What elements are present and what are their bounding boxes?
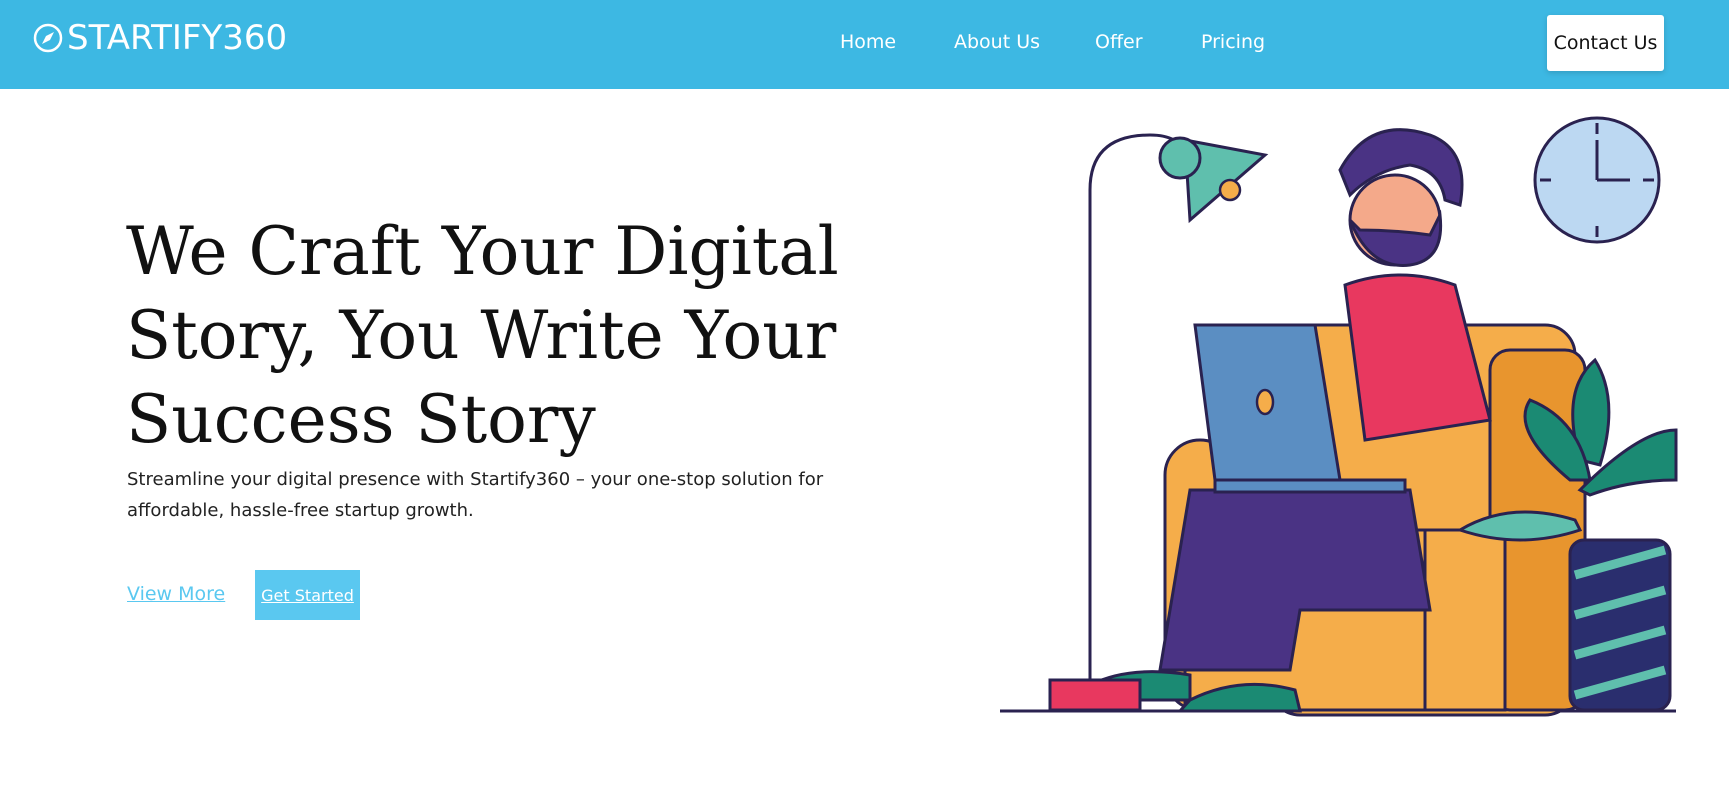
contact-us-button[interactable]: Contact Us [1547,15,1664,71]
compass-icon [33,23,63,53]
nav-pricing-link[interactable]: Pricing [1201,31,1265,53]
hero-subtitle: Streamline your digital presence with St… [127,469,824,521]
nav-offer-link[interactable]: Offer [1095,31,1143,53]
hero-title: We Craft Your Digital Story, You Write Y… [126,213,839,458]
view-more-link[interactable]: View More [127,583,225,605]
wall-clock [1533,116,1661,244]
brand-logo[interactable]: STARTIFY360 [33,18,287,58]
nav-home-link[interactable]: Home [840,31,896,53]
nav-about-link[interactable]: About Us [954,31,1040,53]
top-navbar: STARTIFY360 Home About Us Offer Pricing … [0,0,1729,89]
brand-name: STARTIFY360 [67,18,288,58]
get-started-button[interactable]: Get Started [255,570,360,620]
hero-illustration [1000,116,1678,717]
